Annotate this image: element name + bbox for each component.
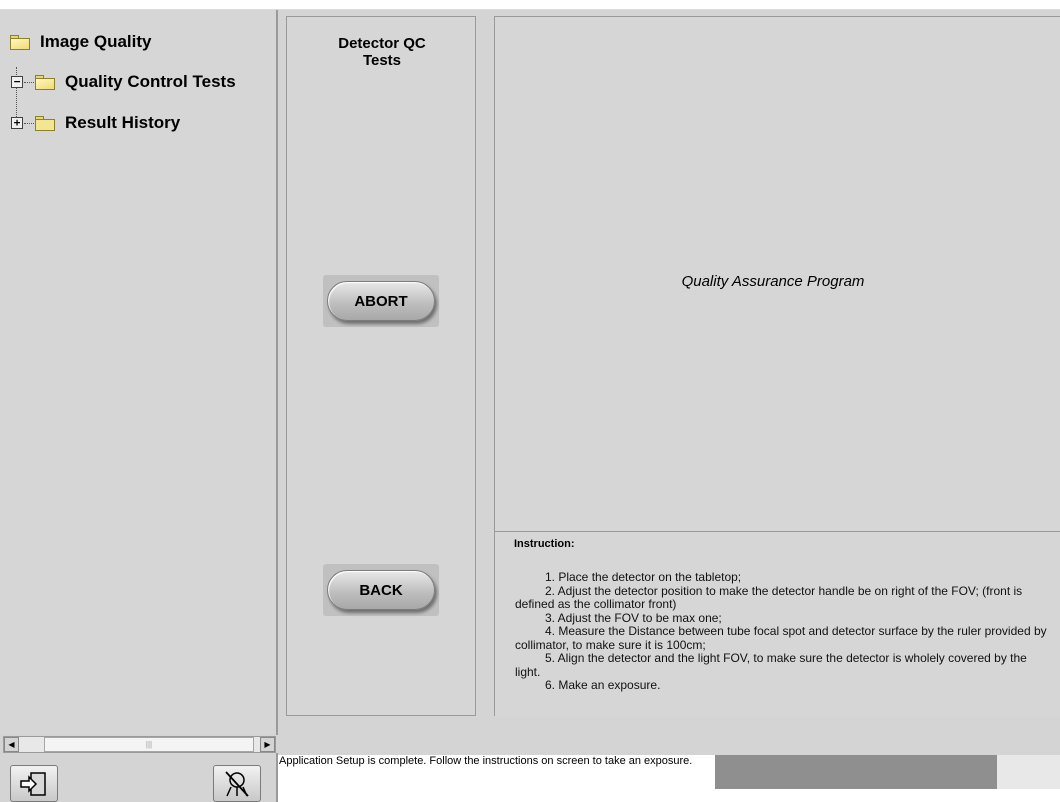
scrollbar-thumb[interactable]: ||| [44, 737, 254, 752]
tree-item-quality-control-tests[interactable]: − Quality Control Tests [11, 72, 236, 92]
scroll-right-icon[interactable]: ▶ [260, 737, 275, 752]
tree-item-label: Image Quality [40, 32, 152, 51]
instruction-list: 1. Place the detector on the tabletop; 2… [515, 570, 1055, 693]
detector-qc-panel: Detector QC Tests ABORT BACK [286, 16, 476, 716]
tree-item-label: Quality Control Tests [65, 72, 236, 91]
xray-tube-off-icon [225, 770, 249, 797]
instruction-heading: Instruction: [514, 538, 575, 550]
abort-button[interactable]: ABORT [327, 281, 435, 321]
status-bar: Application Setup is complete. Follow th… [278, 735, 1060, 802]
instruction-item: 1. Place the detector on the tabletop; [545, 570, 742, 584]
instruction-item: 3. Adjust the FOV to be max one; [545, 610, 722, 625]
top-strip [0, 0, 1060, 10]
open-folder-icon [10, 34, 30, 50]
main-content-area: Quality Assurance Program Instruction: 1… [494, 16, 1060, 717]
instruction-item: 4. Measure the Distance between tube foc… [515, 624, 1047, 652]
abort-button-frame: ABORT [323, 275, 439, 327]
status-indicator [997, 755, 1060, 789]
instruction-item: 2. Adjust the detector position to make … [515, 583, 1023, 611]
tree-item-result-history[interactable]: + Result History [11, 113, 180, 133]
status-message: Application Setup is complete. Follow th… [278, 755, 715, 791]
back-button[interactable]: BACK [327, 570, 435, 610]
tree-item-label: Result History [65, 113, 181, 132]
open-folder-icon [35, 74, 55, 90]
expand-icon[interactable]: + [11, 117, 23, 129]
horizontal-scrollbar[interactable]: ◀ ||| ▶ [3, 736, 276, 753]
back-button-frame: BACK [323, 564, 439, 616]
exit-button[interactable] [10, 765, 58, 802]
instruction-item: 5. Align the detector and the light FOV,… [515, 651, 1027, 679]
scroll-left-icon[interactable]: ◀ [4, 737, 19, 752]
status-footer [278, 789, 1060, 802]
progress-bar [715, 755, 997, 789]
instruction-item: 6. Make an exposure. [545, 678, 661, 692]
exit-door-icon [20, 771, 46, 796]
tree-item-image-quality[interactable]: Image Quality [10, 32, 151, 52]
panel-title: Detector QC Tests [338, 35, 426, 69]
collapse-icon[interactable]: − [11, 76, 23, 88]
bottom-toolbar [0, 753, 278, 802]
folder-icon [35, 115, 55, 131]
instruction-panel: Instruction: 1. Place the detector on th… [495, 531, 1060, 717]
navigation-tree: Image Quality − Quality Control Tests + … [0, 10, 278, 735]
xray-off-button[interactable] [213, 765, 261, 802]
program-title: Quality Assurance Program [681, 273, 865, 290]
